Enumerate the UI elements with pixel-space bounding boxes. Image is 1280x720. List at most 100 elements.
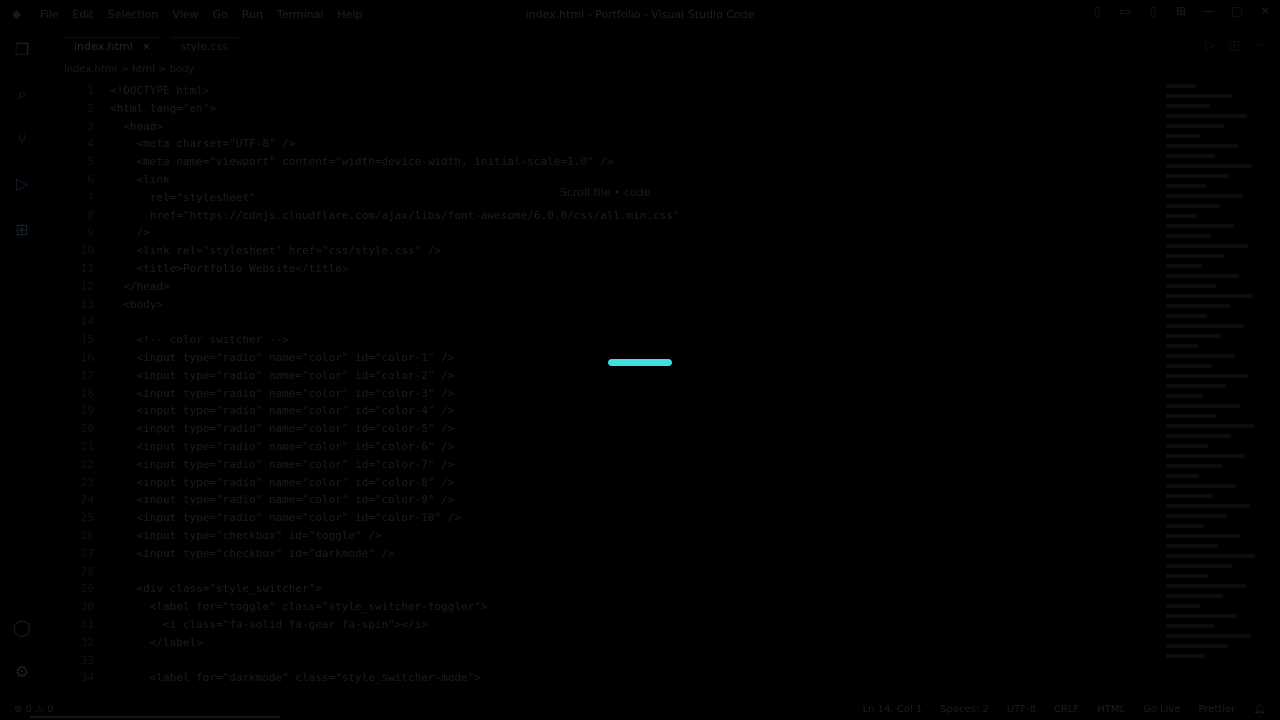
menu-selection[interactable]: Selection [108, 8, 159, 21]
code-line[interactable]: <meta name="viewport" content="width=dev… [110, 153, 1150, 171]
account-icon[interactable]: ◯ [12, 618, 32, 638]
minimap-line [1166, 254, 1225, 258]
extensions-icon[interactable]: ⊞ [12, 220, 32, 240]
code-line[interactable]: <link rel="stylesheet" href="css/style.c… [110, 242, 1150, 260]
language-mode[interactable]: HTML [1097, 704, 1125, 715]
code-line[interactable]: <input type="radio" name="color" id="col… [110, 456, 1150, 474]
layout-secondary-icon[interactable]: ▯ [1146, 4, 1160, 18]
code-line[interactable]: <html lang="en"> [110, 100, 1150, 118]
minimap-line [1166, 554, 1255, 558]
line-number: 30 [80, 600, 94, 614]
code-area[interactable]: <!DOCTYPE html> <html lang="en"> <head> <… [110, 82, 1150, 687]
layout-panel-icon[interactable]: ▭ [1118, 4, 1132, 18]
code-line[interactable]: <body> [110, 296, 1150, 314]
notifications-bell-icon[interactable]: 🔔︎ [1253, 704, 1266, 715]
cursor-position[interactable]: Ln 14, Col 1 [863, 704, 923, 715]
code-line[interactable]: <!-- color switcher --> [110, 331, 1150, 349]
close-window-icon[interactable]: ✕ [1258, 4, 1272, 18]
editor-tabs: index.html ✕ style.css [64, 36, 238, 56]
end-of-line[interactable]: CRLF [1054, 704, 1079, 715]
code-line[interactable]: <input type="radio" name="color" id="col… [110, 385, 1150, 403]
tab-style-css[interactable]: style.css [170, 37, 238, 55]
go-live-button[interactable]: Go Live [1143, 704, 1180, 715]
menu-file[interactable]: File [40, 8, 58, 21]
minimap-line [1166, 404, 1240, 408]
minimap-line [1166, 474, 1199, 478]
line-number: 8 [87, 208, 94, 222]
prettier-status[interactable]: Prettier [1199, 704, 1236, 715]
code-line[interactable]: </head> [110, 278, 1150, 296]
code-line[interactable]: <input type="radio" name="color" id="col… [110, 367, 1150, 385]
layout-sidebar-icon[interactable]: ▯ [1090, 4, 1104, 18]
breadcrumb[interactable]: index.html > html > body [64, 64, 194, 75]
more-actions-icon[interactable]: ⋯ [1254, 38, 1266, 52]
line-number: 22 [80, 457, 94, 471]
search-icon[interactable]: ⌕ [12, 84, 32, 104]
tab-index-html[interactable]: index.html ✕ [64, 37, 161, 55]
explorer-icon[interactable]: ❐ [12, 40, 32, 60]
minimap-line [1166, 204, 1220, 208]
minimap-line [1166, 584, 1246, 588]
menu-run[interactable]: Run [242, 8, 263, 21]
code-editor[interactable]: 1 2 3 4 5 6 7 8 9 10 11 12 13 14 15 16 17 18 19 20 21 22 23 24 2… [64, 82, 1154, 694]
menu-edit[interactable]: Edit [72, 8, 93, 21]
code-line[interactable]: <!DOCTYPE html> [110, 82, 1150, 100]
minimap-line [1166, 364, 1212, 368]
line-number: 23 [80, 475, 94, 489]
code-line[interactable]: <meta charset="UTF-8" /> [110, 135, 1150, 153]
menu-terminal[interactable]: Terminal [277, 8, 324, 21]
line-number: 18 [80, 386, 94, 400]
code-line[interactable]: <div class="style_switcher"> [110, 580, 1150, 598]
code-line[interactable] [110, 313, 1150, 331]
menu-go[interactable]: Go [213, 8, 228, 21]
problems-status[interactable]: ⊗ 0 ⚠ 0 [14, 704, 54, 715]
run-icon[interactable]: ▷ [1205, 38, 1214, 52]
code-line[interactable]: <i class="fa-solid fa-gear fa-spin"></i> [110, 616, 1150, 634]
code-line[interactable]: <label for="darkmode" class="style_switc… [110, 669, 1150, 687]
code-line[interactable]: <input type="radio" name="color" id="col… [110, 474, 1150, 492]
minimap-line [1166, 154, 1215, 158]
minimap-line [1166, 634, 1251, 638]
code-line[interactable] [110, 563, 1150, 581]
menu-bar: File Edit Selection View Go Run Terminal… [40, 8, 362, 21]
code-line[interactable]: <input type="radio" name="color" id="col… [110, 402, 1150, 420]
minimize-icon[interactable]: — [1202, 4, 1216, 18]
close-tab-icon[interactable]: ✕ [142, 42, 150, 53]
minimap-line [1166, 124, 1224, 128]
minimap-line [1166, 454, 1245, 458]
code-line[interactable]: <label for="toggle" class="style_switche… [110, 598, 1150, 616]
minimap-line [1166, 194, 1243, 198]
minimap[interactable] [1166, 84, 1266, 694]
code-line[interactable]: /> [110, 224, 1150, 242]
line-number: 4 [87, 137, 94, 151]
minimap-line [1166, 604, 1200, 608]
code-line[interactable]: <input type="radio" name="color" id="col… [110, 420, 1150, 438]
minimap-line [1166, 424, 1254, 428]
code-line[interactable]: <input type="checkbox" id="darkmode" /> [110, 545, 1150, 563]
run-debug-icon[interactable]: ▷ [12, 174, 32, 194]
code-line[interactable]: <head> [110, 118, 1150, 136]
menu-help[interactable]: Help [337, 8, 362, 21]
indentation[interactable]: Spaces: 2 [940, 704, 989, 715]
code-line[interactable]: <input type="radio" name="color" id="col… [110, 491, 1150, 509]
source-control-icon[interactable]: ⑂ [12, 130, 32, 150]
customize-layout-icon[interactable]: ⊞ [1174, 4, 1188, 18]
minimap-line [1166, 594, 1223, 598]
minimap-line [1166, 274, 1239, 278]
minimap-line [1166, 624, 1214, 628]
code-line[interactable]: <input type="radio" name="color" id="col… [110, 438, 1150, 456]
line-number: 13 [80, 297, 94, 311]
code-line[interactable]: </label> [110, 634, 1150, 652]
encoding[interactable]: UTF-8 [1007, 704, 1036, 715]
line-number: 29 [80, 582, 94, 596]
maximize-icon[interactable]: □ [1230, 4, 1244, 18]
split-editor-icon[interactable]: ◫ [1229, 38, 1240, 52]
code-line[interactable]: <title>Portfolio Website</title> [110, 260, 1150, 278]
settings-gear-icon[interactable]: ⚙ [12, 662, 32, 682]
code-line[interactable]: <input type="checkbox" id="toggle" /> [110, 527, 1150, 545]
code-line[interactable]: href="https://cdnjs.cloudflare.com/ajax/… [110, 207, 1150, 225]
code-line[interactable]: <input type="radio" name="color" id="col… [110, 509, 1150, 527]
code-line[interactable] [110, 652, 1150, 670]
menu-view[interactable]: View [172, 8, 198, 21]
minimap-line [1166, 314, 1207, 318]
